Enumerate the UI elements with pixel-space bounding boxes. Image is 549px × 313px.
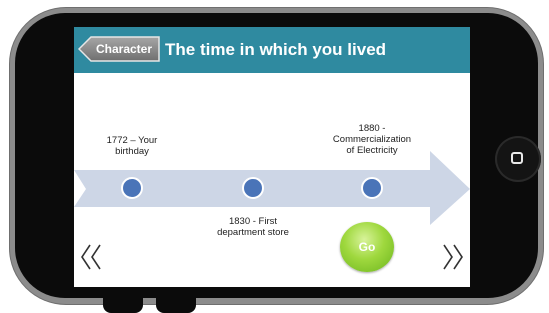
event-label-1772: 1772 – Your birthday: [106, 135, 158, 157]
timeline-arrow: [74, 151, 470, 225]
go-button[interactable]: Go: [340, 222, 394, 272]
phone-foot-left: [103, 298, 143, 313]
double-chevron-right-icon[interactable]: [442, 242, 464, 272]
double-chevron-left-icon[interactable]: [80, 242, 102, 272]
home-button[interactable]: [495, 136, 541, 182]
timeline-dot-1772[interactable]: [121, 177, 143, 199]
event-label-1830: 1830 - First department store: [217, 216, 289, 238]
home-square-icon: [511, 152, 523, 164]
event-label-1880: 1880 - Commercialization of Electricity: [332, 123, 412, 156]
timeline-dot-1880[interactable]: [361, 177, 383, 199]
phone-foot-right: [156, 298, 196, 313]
app-screen: Character The time in which you lived 17…: [74, 27, 470, 287]
timeline-dot-1830[interactable]: [242, 177, 264, 199]
